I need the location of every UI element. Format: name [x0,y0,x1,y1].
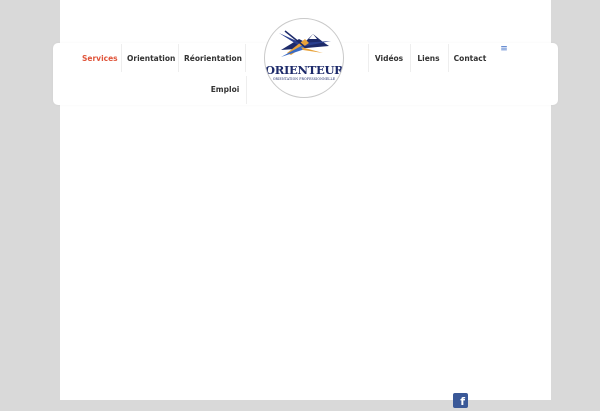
logo-subtitle: ORIENTATION PROFESSIONNELLE [272,77,336,81]
nav-separator [448,44,449,72]
nav-separator [178,44,179,72]
facebook-icon[interactable]: f [453,393,468,408]
nav-item-reorientation[interactable]: Réorientation [184,44,242,74]
nav-separator [368,44,369,72]
nav-item-services[interactable]: Services [82,44,118,74]
nav-separator [246,76,247,104]
nav-separator [410,44,411,72]
nav-item-contact[interactable]: Contact [453,44,487,74]
orienteur-logo[interactable]: ORIENTEUR ORIENTATION PROFESSIONNELLE [264,18,344,98]
nav-item-orientation[interactable]: Orientation [127,44,175,74]
nav-item-videos[interactable]: Vidéos [373,44,405,74]
nav-separator [121,44,122,72]
compass-mountain-icon [279,30,331,57]
logo-title: ORIENTEUR [265,63,344,77]
nav-item-emploi[interactable]: Emploi [208,75,242,105]
nav-item-liens[interactable]: Liens [415,44,442,74]
hamburger-menu-icon[interactable]: ≡ [497,42,511,56]
nav-separator [245,44,246,72]
